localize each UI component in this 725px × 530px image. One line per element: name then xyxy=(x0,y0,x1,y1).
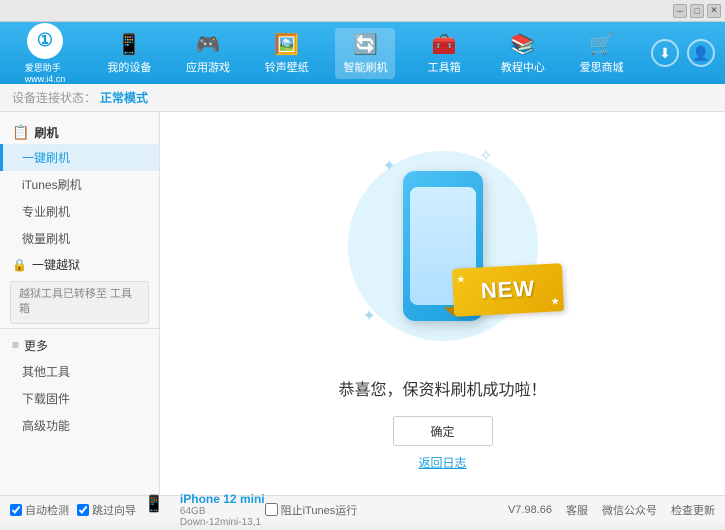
ringtone-icon: 🖼️ xyxy=(274,32,299,57)
flash-section-icon: 📋 xyxy=(12,124,29,141)
auto-connect-input[interactable] xyxy=(10,504,22,516)
locked-label: 一键越狱 xyxy=(32,256,80,273)
top-nav: ① 爱思助手 www.i4.cn 📱 我的设备 🎮 应用游戏 🖼️ 铃声壁纸 🔄… xyxy=(0,22,725,84)
device-info: iPhone 12 mini 64GB Down-12mini-13,1 xyxy=(180,492,265,528)
star-right: ★ xyxy=(550,296,560,307)
tutorial-label: 教程中心 xyxy=(501,59,545,75)
version-text: V7.98.66 xyxy=(508,504,552,516)
sidebar-divider xyxy=(0,328,159,329)
app-games-icon: 🎮 xyxy=(196,32,221,57)
wizard-input[interactable] xyxy=(77,504,89,516)
nav-ringtone[interactable]: 🖼️ 铃声壁纸 xyxy=(257,28,317,79)
app-games-label: 应用游戏 xyxy=(186,59,230,75)
nav-toolbox[interactable]: 🧰 工具箱 xyxy=(414,28,474,79)
sidebar-item-one-click-flash[interactable]: 一键刷机 xyxy=(0,144,159,171)
nav-store[interactable]: 🛒 爱思商城 xyxy=(572,28,632,79)
sidebar-locked-section: 🔒 一键越狱 xyxy=(0,252,159,277)
device-storage: 64GB xyxy=(180,506,265,517)
wizard-checkbox[interactable]: 跳过向导 xyxy=(77,502,136,518)
sparkle-1: ✦ xyxy=(383,156,396,176)
logo-text: 爱思助手 www.i4.cn xyxy=(25,61,66,84)
sidebar-section-flash: 📋 刷机 xyxy=(0,118,159,144)
auto-connect-label: 自动检测 xyxy=(25,502,69,518)
sidebar-item-download-firmware[interactable]: 下载固件 xyxy=(0,385,159,412)
close-btn[interactable]: ✕ xyxy=(707,4,721,18)
sidebar-item-pro-flash[interactable]: 专业刷机 xyxy=(0,198,159,225)
device-row: 📱 iPhone 12 mini 64GB Down-12mini-13,1 xyxy=(144,490,265,530)
smart-flash-icon: 🔄 xyxy=(353,32,378,57)
store-icon: 🛒 xyxy=(589,32,614,57)
wechat-official-link[interactable]: 微信公众号 xyxy=(602,502,657,518)
logo-icon: ① xyxy=(27,23,63,59)
logo[interactable]: ① 爱思助手 www.i4.cn xyxy=(10,23,80,84)
bottom-right: V7.98.66 客服 微信公众号 检查更新 xyxy=(508,502,715,518)
toolbox-label: 工具箱 xyxy=(428,59,461,75)
auto-connect-checkbox[interactable]: 自动检测 xyxy=(10,502,69,518)
sidebar-item-preserve-flash[interactable]: 微量刷机 xyxy=(0,225,159,252)
status-label: 设备连接状态： xyxy=(12,89,96,106)
device-phone-icon: 📱 xyxy=(144,494,164,514)
sidebar-notice: 越狱工具已转移至 工具箱 xyxy=(10,281,149,324)
device-name: iPhone 12 mini xyxy=(180,492,265,506)
more-section-icon: ≡ xyxy=(12,338,19,352)
new-text: NEW xyxy=(480,276,536,305)
nav-my-device[interactable]: 📱 我的设备 xyxy=(99,28,159,79)
stop-itunes-label: 阻止iTunes运行 xyxy=(281,502,358,518)
device-firmware: Down-12mini-13,1 xyxy=(180,517,265,528)
tutorial-icon: 📚 xyxy=(510,32,535,57)
success-message: 恭喜您，保资料刷机成功啦！ xyxy=(338,376,546,400)
nav-smart-flash[interactable]: 🔄 智能刷机 xyxy=(335,28,395,79)
confirm-button[interactable]: 确定 xyxy=(393,416,493,446)
sparkle-3: ✦ xyxy=(363,306,376,326)
store-label: 爱思商城 xyxy=(580,59,624,75)
sparkle-2: ✧ xyxy=(479,146,492,166)
ringtone-label: 铃声壁纸 xyxy=(265,59,309,75)
title-bar: ─ □ ✕ xyxy=(0,0,725,22)
main-layout: 📋 刷机 一键刷机 iTunes刷机 专业刷机 微量刷机 🔒 一键越狱 越狱工具… xyxy=(0,112,725,495)
flash-section-label: 刷机 xyxy=(34,124,58,141)
new-ribbon: ★ NEW ★ xyxy=(451,263,563,317)
nav-tutorial[interactable]: 📚 教程中心 xyxy=(493,28,553,79)
more-section-label: 更多 xyxy=(24,337,48,354)
phone-illustration: ✦ ✧ ✦ ★ NEW ★ xyxy=(343,136,543,356)
wizard-label: 跳过向导 xyxy=(92,502,136,518)
content-area: ✦ ✧ ✦ ★ NEW ★ 恭喜您，保资料刷机成功啦！ 确定 返回日志 xyxy=(160,112,725,495)
stop-itunes[interactable]: 阻止iTunes运行 xyxy=(265,502,358,518)
bottom-left: 自动检测 跳过向导 📱 iPhone 12 mini 64GB Down-12m… xyxy=(10,490,265,530)
nav-items: 📱 我的设备 🎮 应用游戏 🖼️ 铃声壁纸 🔄 智能刷机 🧰 工具箱 📚 教程中… xyxy=(90,28,641,79)
new-banner: ★ NEW ★ xyxy=(453,266,553,316)
sidebar-section-more: ≡ 更多 xyxy=(0,333,159,358)
download-btn[interactable]: ⬇ xyxy=(651,39,679,67)
my-device-icon: 📱 xyxy=(117,32,142,57)
minimize-btn[interactable]: ─ xyxy=(673,4,687,18)
check-update-link[interactable]: 检查更新 xyxy=(671,502,715,518)
nav-right: ⬇ 👤 xyxy=(651,39,715,67)
sidebar-item-other-tools[interactable]: 其他工具 xyxy=(0,358,159,385)
sidebar-item-itunes-flash[interactable]: iTunes刷机 xyxy=(0,171,159,198)
customer-service-link[interactable]: 客服 xyxy=(566,502,588,518)
my-device-label: 我的设备 xyxy=(107,59,151,75)
toolbox-icon: 🧰 xyxy=(432,32,457,57)
nav-app-games[interactable]: 🎮 应用游戏 xyxy=(178,28,238,79)
status-value: 正常模式 xyxy=(100,89,148,106)
sidebar-item-advanced[interactable]: 高级功能 xyxy=(0,412,159,439)
smart-flash-label: 智能刷机 xyxy=(343,59,387,75)
user-btn[interactable]: 👤 xyxy=(687,39,715,67)
back-link[interactable]: 返回日志 xyxy=(418,454,466,471)
status-bar: 设备连接状态： 正常模式 xyxy=(0,84,725,112)
maximize-btn[interactable]: □ xyxy=(690,4,704,18)
star-left: ★ xyxy=(456,274,466,285)
lock-icon: 🔒 xyxy=(12,258,27,272)
bottom-bar: 自动检测 跳过向导 📱 iPhone 12 mini 64GB Down-12m… xyxy=(0,495,725,523)
sidebar: 📋 刷机 一键刷机 iTunes刷机 专业刷机 微量刷机 🔒 一键越狱 越狱工具… xyxy=(0,112,160,495)
stop-itunes-checkbox[interactable] xyxy=(265,503,278,516)
